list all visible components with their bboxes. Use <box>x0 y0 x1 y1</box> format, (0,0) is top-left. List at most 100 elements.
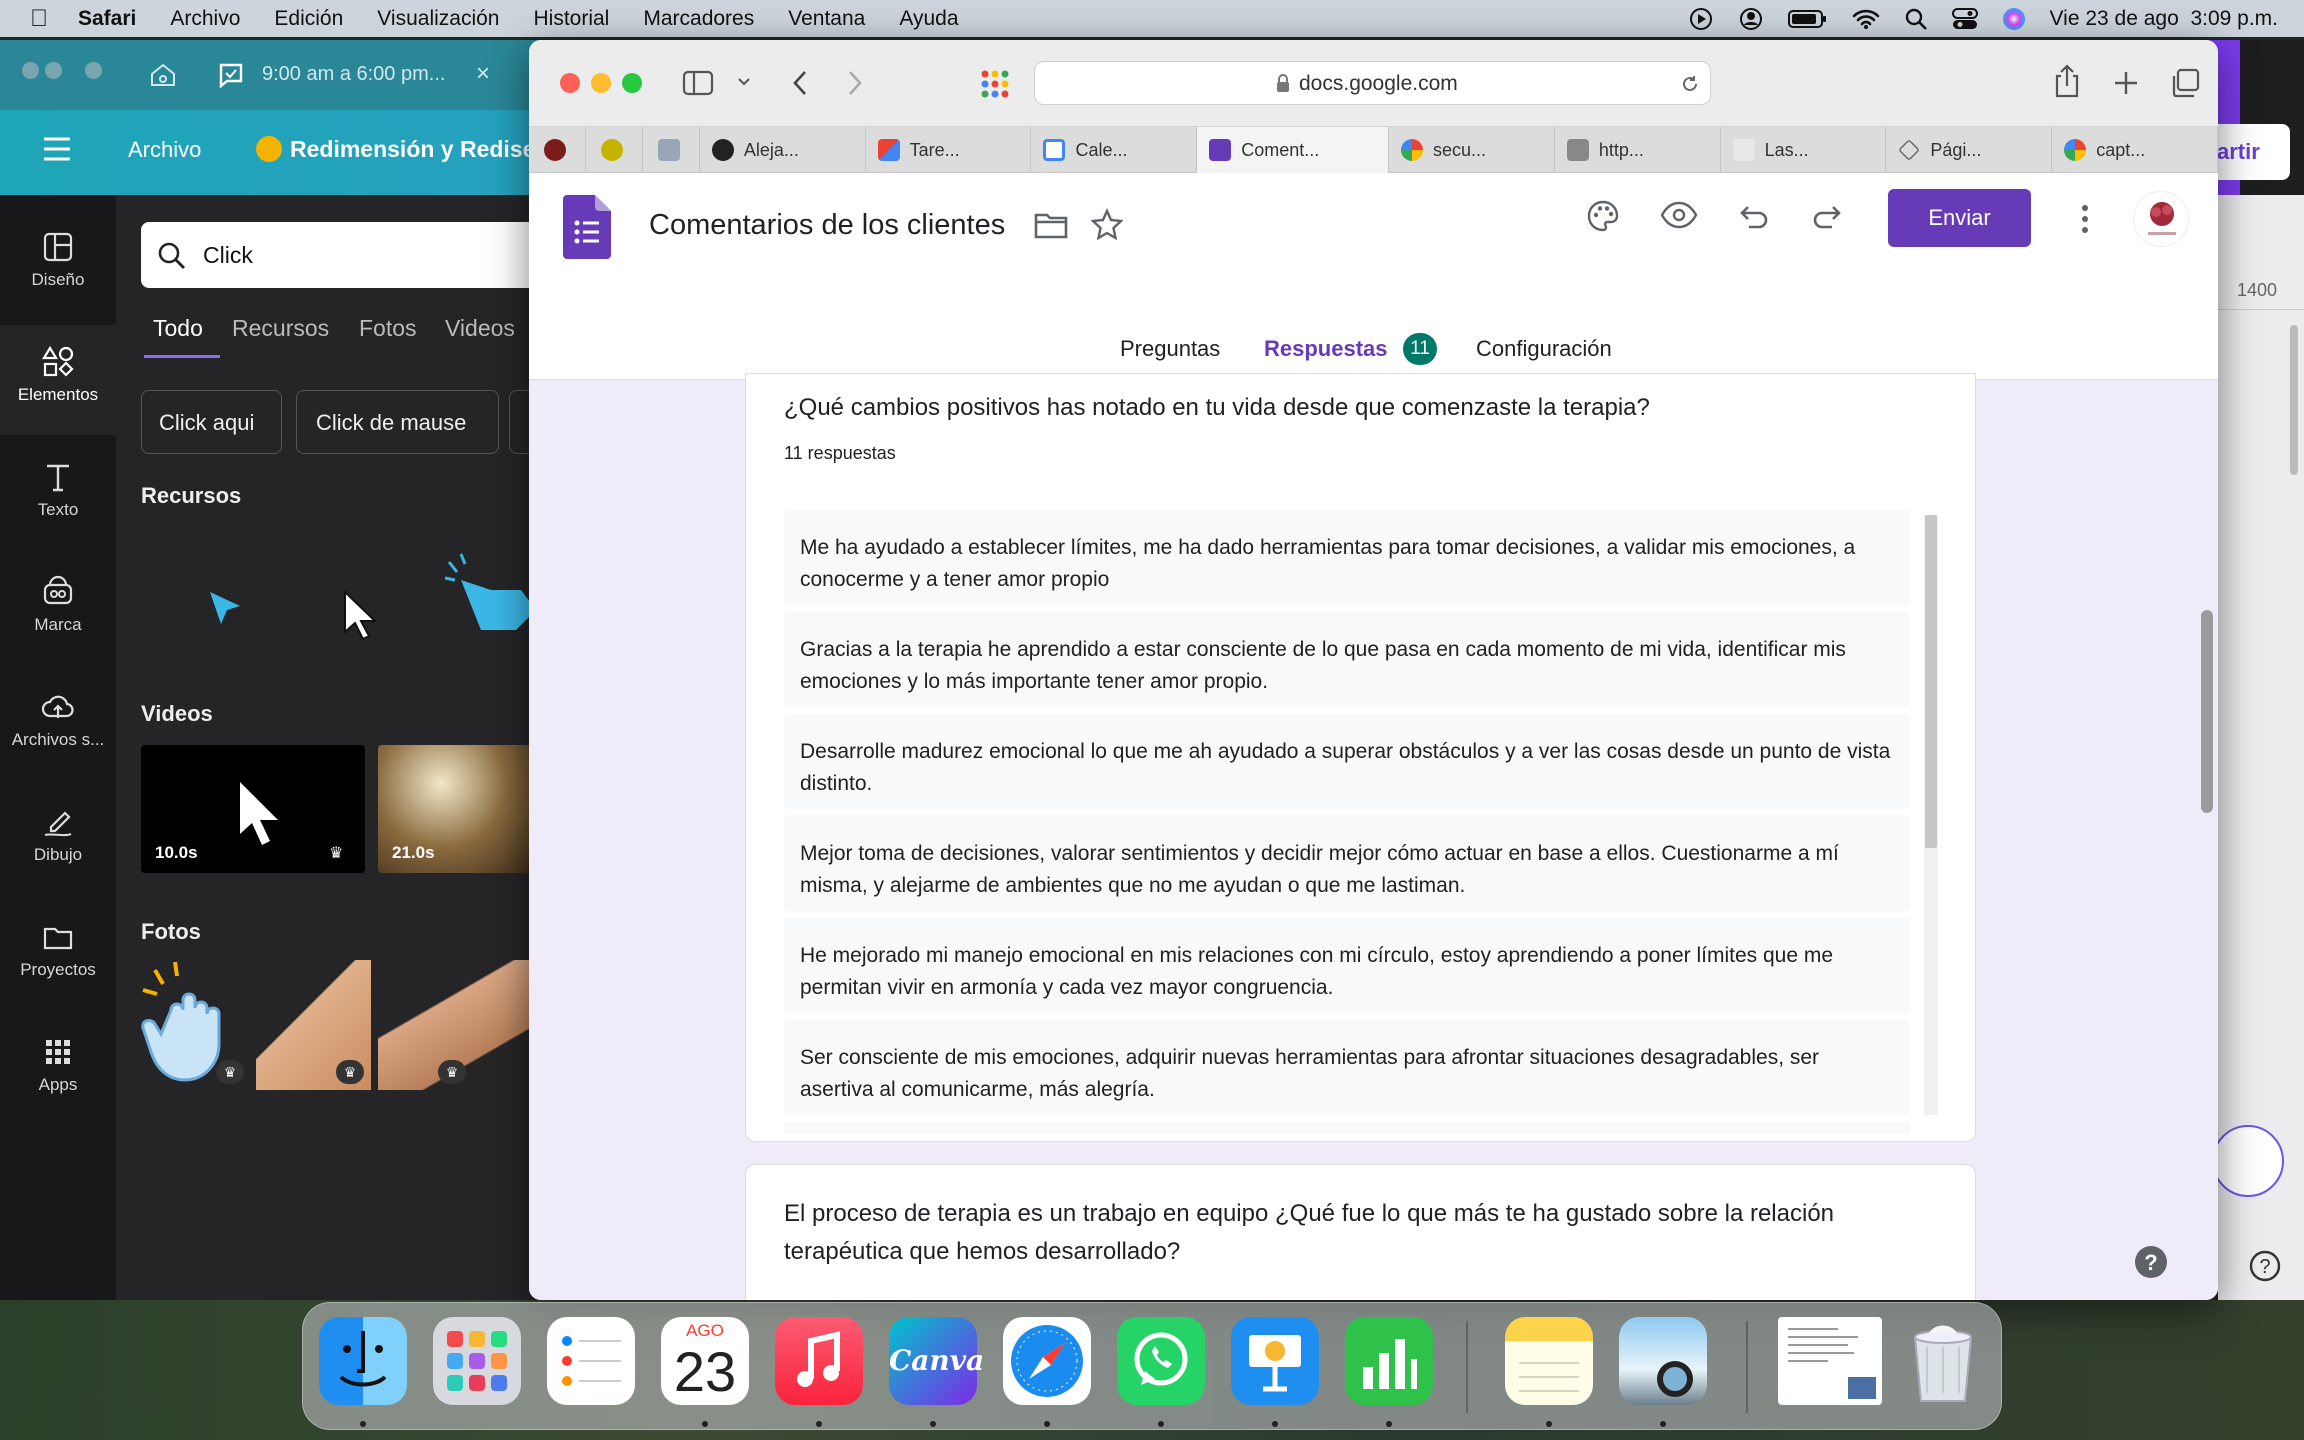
apple-icon[interactable]:  <box>30 5 48 33</box>
canva-doc-title[interactable]: Redimensión y Redise <box>290 136 530 163</box>
video-thumb-cursor[interactable]: 10.0s ♛ <box>141 745 365 873</box>
rail-marca[interactable]: Marca <box>0 565 116 665</box>
hamburger-menu-icon[interactable] <box>42 136 72 162</box>
menu-app-name[interactable]: Safari <box>78 7 136 31</box>
window-minimize-button[interactable] <box>45 62 62 79</box>
music-icon[interactable] <box>775 1317 863 1405</box>
whatsapp-icon[interactable] <box>1117 1317 1205 1405</box>
photo-hand-touch[interactable]: ♛ <box>378 960 536 1090</box>
palette-icon[interactable] <box>1586 199 1620 233</box>
reminders-icon[interactable] <box>547 1317 635 1405</box>
video-thumb-blur[interactable]: 21.0s <box>378 745 536 873</box>
window-zoom-button[interactable] <box>85 62 102 79</box>
canva-magic-button[interactable] <box>2212 1125 2284 1197</box>
launchpad-icon[interactable] <box>433 1317 521 1405</box>
filter-recursos[interactable]: Recursos <box>232 315 329 342</box>
redo-icon[interactable] <box>1812 203 1844 229</box>
tab-google-search[interactable]: secu... <box>1389 127 1555 173</box>
calendar-app-icon[interactable]: AGO 23 <box>661 1317 749 1405</box>
sidebar-toggle-icon[interactable] <box>682 70 714 96</box>
more-vert-icon[interactable] <box>2080 203 2090 235</box>
address-bar[interactable]: docs.google.com <box>1034 61 1711 105</box>
rail-archivos[interactable]: Archivos s... <box>0 680 116 780</box>
preview-icon[interactable] <box>1619 1317 1707 1405</box>
trash-icon[interactable] <box>1899 1317 1987 1405</box>
help-icon[interactable]: ? <box>2249 1250 2281 1282</box>
pointing-hand-icon[interactable] <box>441 550 536 630</box>
close-tab-icon[interactable]: × <box>476 60 490 88</box>
tab-calendar[interactable]: Cale... <box>1031 127 1198 173</box>
canva-search-box[interactable]: Click <box>141 222 541 288</box>
tab-forms[interactable]: Coment... <box>1197 127 1390 173</box>
help-icon[interactable]: ? <box>2134 1245 2168 1279</box>
photo-hand-blue[interactable]: ♛ <box>141 960 251 1090</box>
filter-fotos[interactable]: Fotos <box>359 315 417 342</box>
battery-icon[interactable] <box>1787 8 1828 30</box>
window-close-button[interactable] <box>22 62 39 79</box>
home-icon[interactable] <box>148 60 178 90</box>
tab-preguntas[interactable]: Preguntas <box>1120 336 1220 362</box>
pinned-tab[interactable] <box>529 127 586 173</box>
reload-icon[interactable] <box>1680 74 1700 94</box>
tab-configuracion[interactable]: Configuración <box>1476 336 1612 362</box>
account-avatar[interactable] <box>2133 191 2189 247</box>
new-tab-icon[interactable] <box>2113 70 2139 96</box>
google-apps-icon[interactable] <box>979 68 1011 100</box>
forward-icon[interactable] <box>846 69 864 97</box>
menu-visualizacion[interactable]: Visualización <box>377 7 499 31</box>
form-title[interactable]: Comentarios de los clientes <box>649 209 1005 242</box>
forms-logo-icon[interactable] <box>563 195 611 259</box>
chip-click-aqui[interactable]: Click aqui <box>141 390 282 454</box>
siri-icon[interactable] <box>2002 7 2026 31</box>
menu-edicion[interactable]: Edición <box>274 7 343 31</box>
recent-document-icon[interactable] <box>1778 1317 1882 1405</box>
control-center-icon[interactable] <box>1951 7 1978 31</box>
undo-icon[interactable] <box>1737 203 1769 229</box>
folder-icon[interactable] <box>1034 211 1068 239</box>
canva-scrollbar[interactable] <box>2290 325 2298 475</box>
rail-apps[interactable]: Apps <box>0 1025 116 1125</box>
tab-overview-icon[interactable] <box>2169 67 2201 99</box>
menu-marcadores[interactable]: Marcadores <box>643 7 754 31</box>
rail-diseno[interactable]: Diseño <box>0 220 116 320</box>
tab-capt[interactable]: capt... <box>2052 127 2218 173</box>
safari-app-icon[interactable] <box>1003 1317 1091 1405</box>
tab-pagi[interactable]: Pági... <box>1886 127 2053 173</box>
window-close-button[interactable] <box>560 73 580 93</box>
star-icon[interactable] <box>1091 208 1123 240</box>
menu-historial[interactable]: Historial <box>533 7 609 31</box>
menu-ventana[interactable]: Ventana <box>788 7 865 31</box>
rail-proyectos[interactable]: Proyectos <box>0 910 116 1010</box>
wifi-icon[interactable] <box>1852 8 1880 30</box>
keynote-icon[interactable] <box>1231 1317 1319 1405</box>
back-icon[interactable] <box>791 69 809 97</box>
preview-eye-icon[interactable] <box>1660 201 1698 229</box>
window-zoom-button[interactable] <box>622 73 642 93</box>
tab-gmail[interactable]: Tare... <box>866 127 1032 173</box>
responses-scrollbar-thumb[interactable] <box>1925 515 1937 848</box>
canva-search-input[interactable]: Click <box>203 242 253 269</box>
cursor-arrow-blue-icon[interactable] <box>206 590 246 630</box>
share-icon[interactable] <box>2053 64 2081 98</box>
user-icon[interactable] <box>1738 6 1764 32</box>
numbers-icon[interactable] <box>1345 1317 1433 1405</box>
menu-ayuda[interactable]: Ayuda <box>899 7 958 31</box>
play-icon[interactable] <box>1688 6 1714 32</box>
tab-respuestas[interactable]: Respuestas <box>1264 336 1388 362</box>
pinned-tab[interactable] <box>643 127 700 173</box>
rail-dibujo[interactable]: Dibujo <box>0 795 116 895</box>
page-scrollbar[interactable] <box>2201 610 2213 813</box>
tab-http[interactable]: http... <box>1555 127 1721 173</box>
pinned-tab[interactable] <box>586 127 643 173</box>
send-button[interactable]: Enviar <box>1888 189 2031 247</box>
notes-icon[interactable] <box>1505 1317 1593 1405</box>
cursor-arrow-white-icon[interactable] <box>341 590 381 642</box>
finder-icon[interactable] <box>319 1317 407 1405</box>
canva-tab-title[interactable]: 9:00 am a 6:00 pm... <box>262 63 445 86</box>
tab-las[interactable]: Las... <box>1721 127 1887 173</box>
chevron-down-icon[interactable] <box>737 77 751 87</box>
rail-elementos[interactable]: Elementos <box>0 325 116 435</box>
filter-todo[interactable]: Todo <box>153 315 203 342</box>
canva-app-icon[interactable]: Canva <box>889 1317 984 1405</box>
window-minimize-button[interactable] <box>591 73 611 93</box>
